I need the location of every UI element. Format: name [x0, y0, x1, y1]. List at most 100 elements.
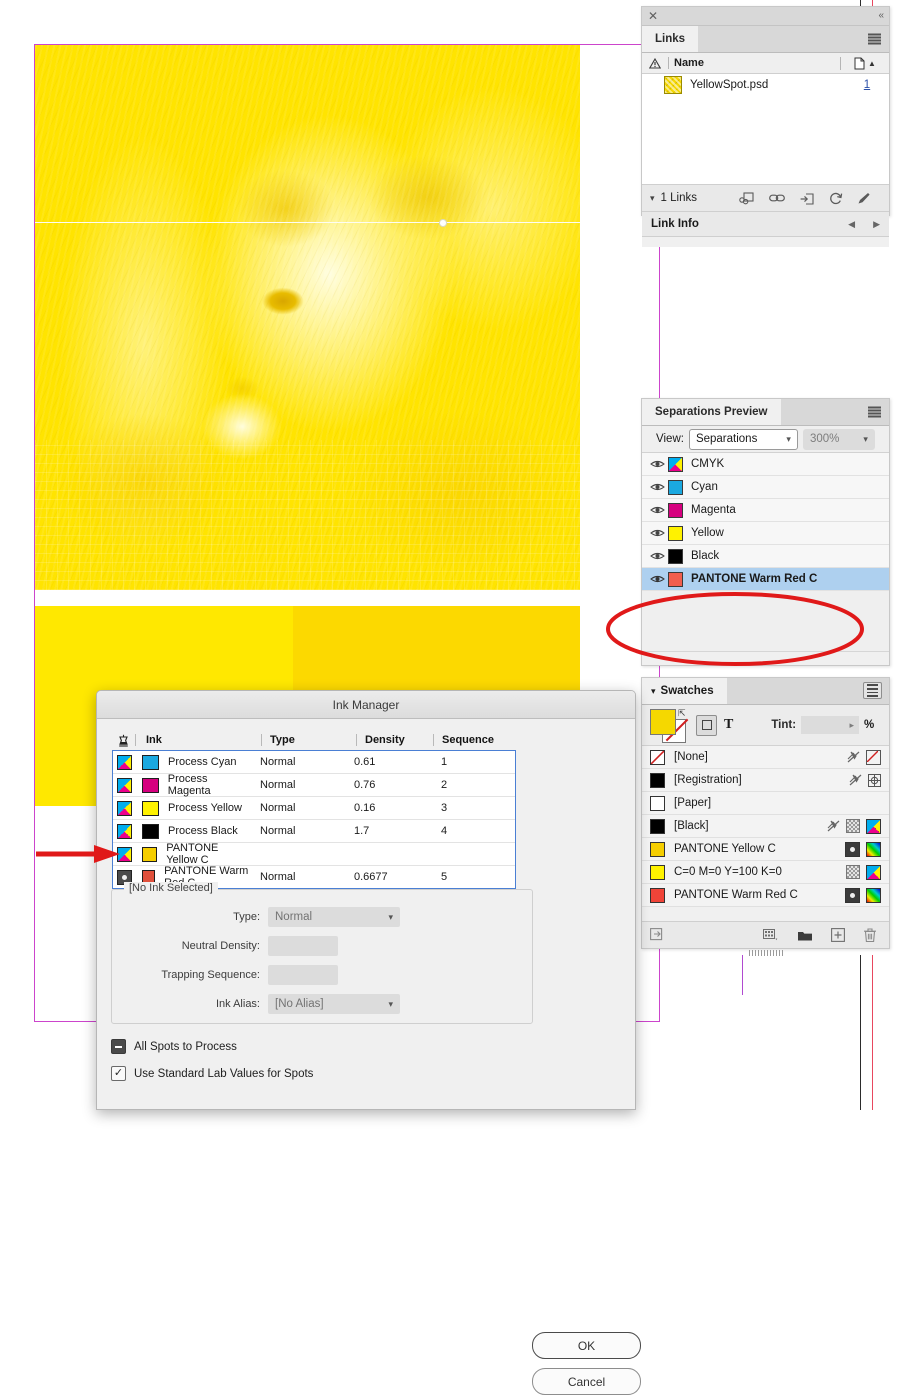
separations-tab-bar[interactable]: Separations Preview — [642, 399, 889, 426]
edit-original-icon[interactable] — [857, 192, 871, 205]
dog-photo-image[interactable] — [35, 45, 580, 590]
separation-row-magenta[interactable]: Magenta — [642, 499, 889, 522]
links-tab-bar[interactable]: Links — [642, 26, 889, 53]
ink-sequence[interactable]: 2 — [422, 779, 515, 791]
zoom-select[interactable]: 300% ▾ — [802, 428, 875, 450]
close-icon[interactable]: ✕ — [648, 10, 658, 22]
prev-link-icon[interactable]: ◀ — [848, 219, 855, 230]
list-item[interactable]: YellowSpot.psd 1 — [642, 74, 889, 96]
ink-table[interactable]: Ink Type Density Sequence Process Cyan N… — [112, 730, 516, 889]
separation-row-cyan[interactable]: Cyan — [642, 476, 889, 499]
tab-swatches[interactable]: ▾ Swatches — [642, 678, 727, 704]
collapse-icon[interactable]: « — [878, 10, 883, 21]
panel-menu-icon[interactable] — [868, 33, 881, 45]
ink-column-ink[interactable]: Ink — [135, 734, 261, 746]
table-row[interactable]: Process Magenta Normal 0.76 2 — [113, 773, 515, 797]
all-spots-to-process-checkbox[interactable]: All Spots to Process — [111, 1039, 237, 1054]
ink-type[interactable]: Normal — [252, 825, 346, 837]
ink-density[interactable]: 0.61 — [346, 756, 422, 768]
swatch-row-pantone-warm-red-c[interactable]: PANTONE Warm Red C — [642, 884, 889, 907]
link-info-header[interactable]: Link Info ◀ ▶ — [642, 212, 889, 237]
field-neutral-density[interactable]: Neutral Density: — [112, 935, 338, 957]
swatch-row-paper[interactable]: [Paper] — [642, 792, 889, 815]
checkbox-indicator[interactable] — [111, 1039, 126, 1054]
ink-type[interactable]: Normal — [252, 802, 346, 814]
formatting-affects-text-icon[interactable]: T — [724, 717, 733, 733]
use-standard-lab-values-checkbox[interactable]: Use Standard Lab Values for Spots — [111, 1066, 313, 1081]
update-link-icon[interactable] — [800, 192, 815, 205]
swatch-row-black[interactable]: [Black] — [642, 815, 889, 838]
field-type[interactable]: Type: Normal ▾ — [112, 906, 400, 928]
field-trapping-sequence[interactable]: Trapping Sequence: — [112, 964, 338, 986]
process-ink-icon[interactable] — [117, 823, 132, 839]
go-to-link-icon[interactable] — [769, 193, 786, 203]
links-list[interactable]: YellowSpot.psd 1 — [642, 74, 889, 184]
refresh-icon[interactable] — [829, 192, 843, 205]
swatches-tab-bar[interactable]: ▾ Swatches — [642, 678, 889, 705]
cancel-button[interactable]: Cancel — [532, 1368, 641, 1395]
formatting-affects-container-icon[interactable] — [696, 714, 717, 736]
swap-fill-stroke-icon[interactable]: ⇱ — [678, 708, 686, 719]
new-color-group-icon[interactable] — [763, 928, 779, 942]
swatch-row-registration[interactable]: [Registration] — [642, 769, 889, 792]
table-row[interactable]: Process Cyan Normal 0.61 1 — [113, 751, 515, 774]
delete-swatch-icon[interactable] — [863, 927, 877, 943]
process-ink-icon[interactable] — [117, 754, 132, 770]
ok-button[interactable]: OK — [532, 1332, 641, 1359]
ink-type[interactable]: Normal — [252, 779, 346, 791]
ink-column-type[interactable]: Type — [261, 734, 356, 746]
ink-column-sequence[interactable]: Sequence — [433, 734, 516, 746]
separations-view-row[interactable]: View: Separations ▾ 300% ▾ — [642, 426, 889, 453]
checkbox-indicator[interactable] — [111, 1066, 126, 1081]
eye-icon[interactable] — [646, 528, 668, 538]
neutral-density-input[interactable] — [268, 936, 338, 956]
links-panel[interactable]: ✕ « Links Name ▲ YellowSpot.psd 1 ▾ 1 Li… — [641, 6, 890, 247]
separation-row-yellow[interactable]: Yellow — [642, 522, 889, 545]
fill-stroke-control[interactable]: ⇱ — [650, 708, 690, 743]
view-select[interactable]: Separations ▾ — [688, 428, 798, 450]
fill-swatch[interactable] — [650, 709, 676, 735]
ink-alias-dropdown[interactable]: [No Alias] ▾ — [268, 994, 400, 1014]
process-ink-icon[interactable] — [117, 777, 132, 793]
swatches-panel[interactable]: ▾ Swatches ⇱ T Tint: ▸ % [None] [Registr… — [641, 677, 890, 956]
tint-stepper-icon[interactable]: ▸ — [850, 720, 855, 731]
panel-menu-icon[interactable] — [868, 406, 881, 418]
type-dropdown[interactable]: Normal ▾ — [268, 907, 400, 927]
links-panel-footer[interactable]: ▾ 1 Links — [642, 184, 889, 212]
show-all-icon[interactable] — [650, 928, 665, 942]
ink-sequence[interactable]: 1 — [422, 756, 515, 768]
separations-list[interactable]: CMYK Cyan Magenta Yellow Black PANTONE W… — [642, 453, 889, 591]
ink-manager-title-bar[interactable]: Ink Manager — [97, 691, 635, 719]
process-ink-icon[interactable] — [117, 800, 132, 816]
table-row[interactable]: Process Black Normal 1.7 4 — [113, 820, 515, 843]
links-column-name[interactable]: Name — [668, 57, 840, 69]
separation-row-black[interactable]: Black — [642, 545, 889, 568]
eye-icon[interactable] — [646, 574, 668, 584]
tab-separations-preview[interactable]: Separations Preview — [642, 399, 781, 425]
ink-density[interactable]: 0.16 — [346, 802, 422, 814]
ink-type[interactable]: Normal — [252, 871, 346, 883]
ink-table-body[interactable]: Process Cyan Normal 0.61 1 Process Magen… — [112, 750, 516, 889]
new-folder-icon[interactable] — [797, 929, 813, 942]
image-selection-handle[interactable] — [439, 219, 447, 227]
link-page-number[interactable]: 1 — [845, 79, 889, 91]
swatches-toolbar[interactable]: ⇱ T Tint: ▸ % — [642, 705, 889, 746]
eye-icon[interactable] — [646, 551, 668, 561]
ink-density[interactable]: 0.6677 — [346, 871, 422, 883]
ink-density[interactable]: 0.76 — [346, 779, 422, 791]
tab-links[interactable]: Links — [642, 26, 699, 52]
ink-column-density[interactable]: Density — [356, 734, 433, 746]
ink-sequence[interactable]: 3 — [422, 802, 515, 814]
table-row[interactable]: PANTONE Yellow C — [113, 842, 515, 866]
chevron-down-icon[interactable]: ▾ — [650, 193, 655, 204]
ink-sequence[interactable]: 5 — [422, 871, 515, 883]
ink-density[interactable]: 1.7 — [346, 825, 422, 837]
tint-input[interactable]: ▸ — [801, 716, 860, 734]
swatch-row-none[interactable]: [None] — [642, 746, 889, 769]
swatches-panel-footer[interactable] — [642, 921, 889, 948]
links-column-page[interactable]: ▲ — [840, 56, 889, 70]
panel-menu-icon[interactable] — [863, 682, 882, 699]
separation-row-cmyk[interactable]: CMYK — [642, 453, 889, 476]
trapping-sequence-input[interactable] — [268, 965, 338, 985]
relink-icon[interactable] — [739, 191, 755, 205]
